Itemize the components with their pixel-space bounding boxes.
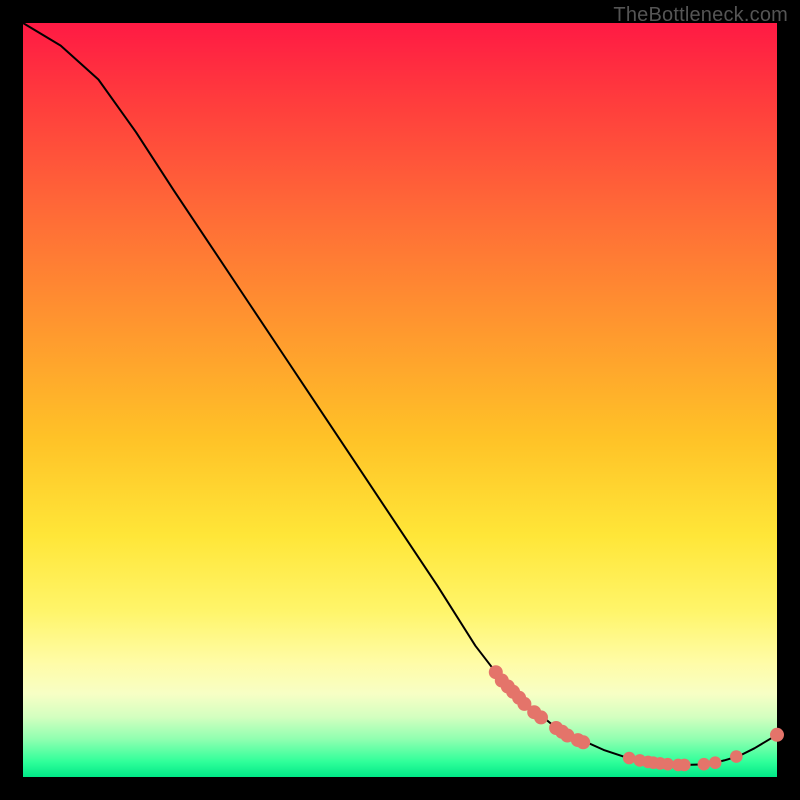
curve-marker xyxy=(678,759,691,772)
curve-marker xyxy=(623,752,636,765)
plot-area xyxy=(23,23,777,777)
bottleneck-curve xyxy=(23,23,777,765)
curve-marker xyxy=(698,758,711,771)
chart-stage: TheBottleneck.com xyxy=(0,0,800,800)
marker-group xyxy=(489,665,784,771)
curve-marker xyxy=(709,756,722,769)
curve-marker xyxy=(770,728,784,742)
curve-marker xyxy=(534,710,548,724)
curve-svg xyxy=(23,23,777,777)
curve-marker xyxy=(730,750,743,763)
curve-marker xyxy=(576,735,590,749)
